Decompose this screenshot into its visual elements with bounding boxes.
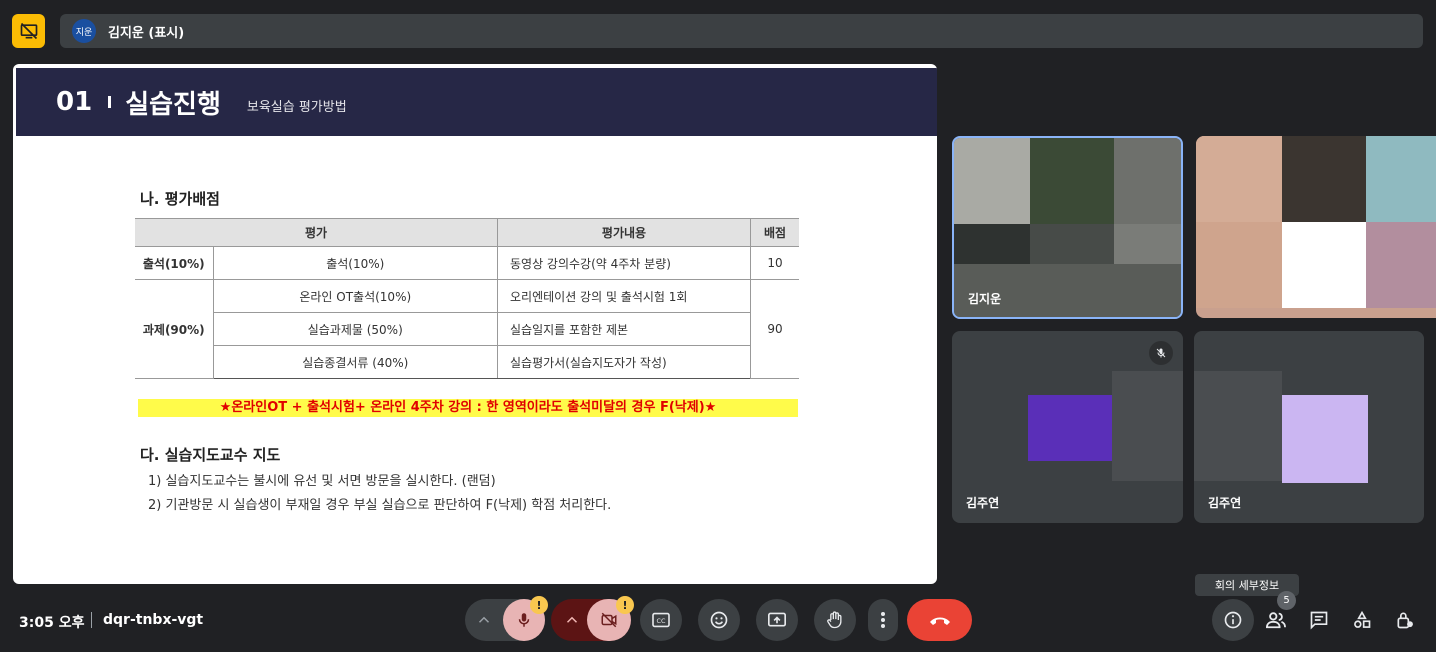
participant-count-badge: 5 [1277, 591, 1296, 610]
table-cell: 10 [750, 246, 799, 280]
presenter-bar: 지운 김지운 (표시) [60, 14, 1423, 48]
video-block [1282, 136, 1366, 222]
slide-separator [108, 96, 112, 108]
host-controls-button[interactable] [1384, 599, 1426, 641]
table-row: 과제(90%) 온라인 OT출석(10%) 오리엔테이션 강의 및 출석시험 1… [135, 279, 799, 379]
slide-subtitle: 보육실습 평가방법 [246, 99, 347, 115]
table-header-row: 평가 평가내용 배점 [135, 218, 799, 247]
raise-hand-button[interactable] [814, 599, 856, 641]
video-block [1366, 136, 1436, 222]
table-cell: 실습종결서류 (40%) [213, 345, 498, 379]
leave-call-button[interactable] [907, 599, 972, 641]
participant-name: 김지운 [968, 292, 1002, 306]
video-block [1282, 222, 1366, 308]
section-title: 나. 평가배점 [140, 190, 220, 208]
table-cell: 90 [750, 279, 799, 379]
activities-button[interactable] [1341, 599, 1383, 641]
score-table: 평가 평가내용 배점 출석(10%) 출석(10%) 동영상 강의수강(약 4주… [135, 218, 799, 379]
participant-name: 김주연 [1208, 496, 1242, 510]
table-cell: 실습일지를 포함한 제본 [497, 312, 751, 346]
table-header: 배점 [750, 218, 799, 247]
chat-button[interactable] [1298, 599, 1340, 641]
slide-header: 01 실습진행 보육실습 평가방법 [16, 68, 937, 136]
shared-slide: 01 실습진행 보육실습 평가방법 나. 평가배점 평가 평가내용 배점 출석(… [13, 64, 937, 584]
meeting-details-button[interactable] [1212, 599, 1254, 641]
svg-text:CC: CC [657, 617, 666, 625]
video-block [954, 138, 1030, 224]
emoji-icon [710, 611, 728, 629]
table-row: 실습종결서류 (40%) 실습평가서(실습지도자가 작성) [135, 345, 799, 379]
presenter-name: 김지운 (표시) [108, 25, 185, 41]
section2-title: 다. 실습지도교수 지도 [140, 446, 281, 464]
slide-title: 실습진행 [125, 89, 221, 120]
captions-button[interactable]: CC [640, 599, 682, 641]
table-row: 출석(10%) 출석(10%) 동영상 강의수강(약 4주차 분량) 10 [135, 246, 799, 280]
presenter-avatar: 지운 [72, 19, 96, 43]
video-block [1366, 222, 1436, 308]
guideline-line: 2) 기관방문 시 실습생이 부재일 경우 부실 실습으로 판단하여 F(낙제)… [148, 498, 612, 513]
reactions-button[interactable] [698, 599, 740, 641]
divider [91, 612, 92, 628]
participant-tile[interactable]: 김주연 [952, 331, 1183, 523]
table-row: 실습과제물 (50%) 실습일지를 포함한 제본 [135, 312, 799, 346]
table-cell: 출석(10%) [135, 246, 214, 280]
chevron-up-icon[interactable] [475, 611, 493, 633]
more-vert-icon [881, 612, 885, 628]
lock-person-icon [1397, 612, 1413, 629]
table-cell: 동영상 강의수강(약 4주차 분량) [497, 246, 751, 280]
video-block [954, 224, 1030, 264]
hand-icon [827, 611, 842, 629]
table-cell: 출석(10%) [212, 246, 498, 280]
slide-content: 나. 평가배점 평가 평가내용 배점 출석(10%) 출석(10%) 동영상 강… [126, 186, 813, 530]
mic-alert-badge: ! [530, 596, 548, 614]
slide-number: 01 [56, 87, 93, 117]
video-block [1282, 395, 1368, 483]
warning-banner: ★온라인OT + 출석시험+ 온라인 4주차 강의 : 한 영역이라도 출석미달… [138, 399, 798, 417]
present-screen-icon [768, 612, 786, 627]
info-icon [1224, 611, 1242, 629]
meeting-code: dqr-tnbx-vgt [103, 612, 204, 628]
table-cell: 과제(90%) [135, 279, 214, 379]
table-cell: 오리엔테이션 강의 및 출석시험 1회 [497, 279, 751, 313]
participant-name: 김주연 [966, 496, 1000, 510]
activities-icon [1354, 610, 1371, 628]
table-cell: 실습과제물 (50%) [213, 312, 498, 346]
chat-icon [1310, 611, 1328, 630]
presentation-off-icon[interactable] [12, 14, 45, 48]
hangup-icon [929, 617, 950, 625]
more-options-button[interactable] [868, 599, 898, 641]
video-block [1114, 138, 1181, 224]
captions-icon: CC [652, 612, 670, 628]
chevron-up-icon[interactable] [563, 611, 581, 633]
present-button[interactable] [756, 599, 798, 641]
table-header: 평가 [135, 218, 498, 247]
video-block [1194, 371, 1282, 481]
table-cell: 온라인 OT출석(10%) [212, 279, 498, 313]
table-cell: 실습평가서(실습지도자가 작성) [497, 345, 751, 379]
participant-tile[interactable] [1196, 136, 1436, 318]
video-block [1028, 395, 1112, 461]
mic-off-icon [1149, 341, 1173, 365]
video-block [1030, 224, 1114, 264]
video-block [1114, 224, 1181, 264]
participant-tile[interactable]: 김지운 [952, 136, 1183, 319]
meeting-time: 3:05 오후 [19, 615, 85, 631]
table-header: 평가내용 [497, 218, 751, 247]
people-icon [1265, 612, 1286, 629]
participant-tile[interactable]: 김주연 [1194, 331, 1424, 523]
video-block [1112, 371, 1183, 481]
guideline-line: 1) 실습지도교수는 불시에 유선 및 서면 방문을 실시한다. (랜덤) [148, 474, 496, 489]
video-block [1196, 222, 1282, 308]
camera-alert-badge: ! [616, 596, 634, 614]
video-block [1030, 138, 1114, 224]
video-block [1196, 136, 1282, 222]
